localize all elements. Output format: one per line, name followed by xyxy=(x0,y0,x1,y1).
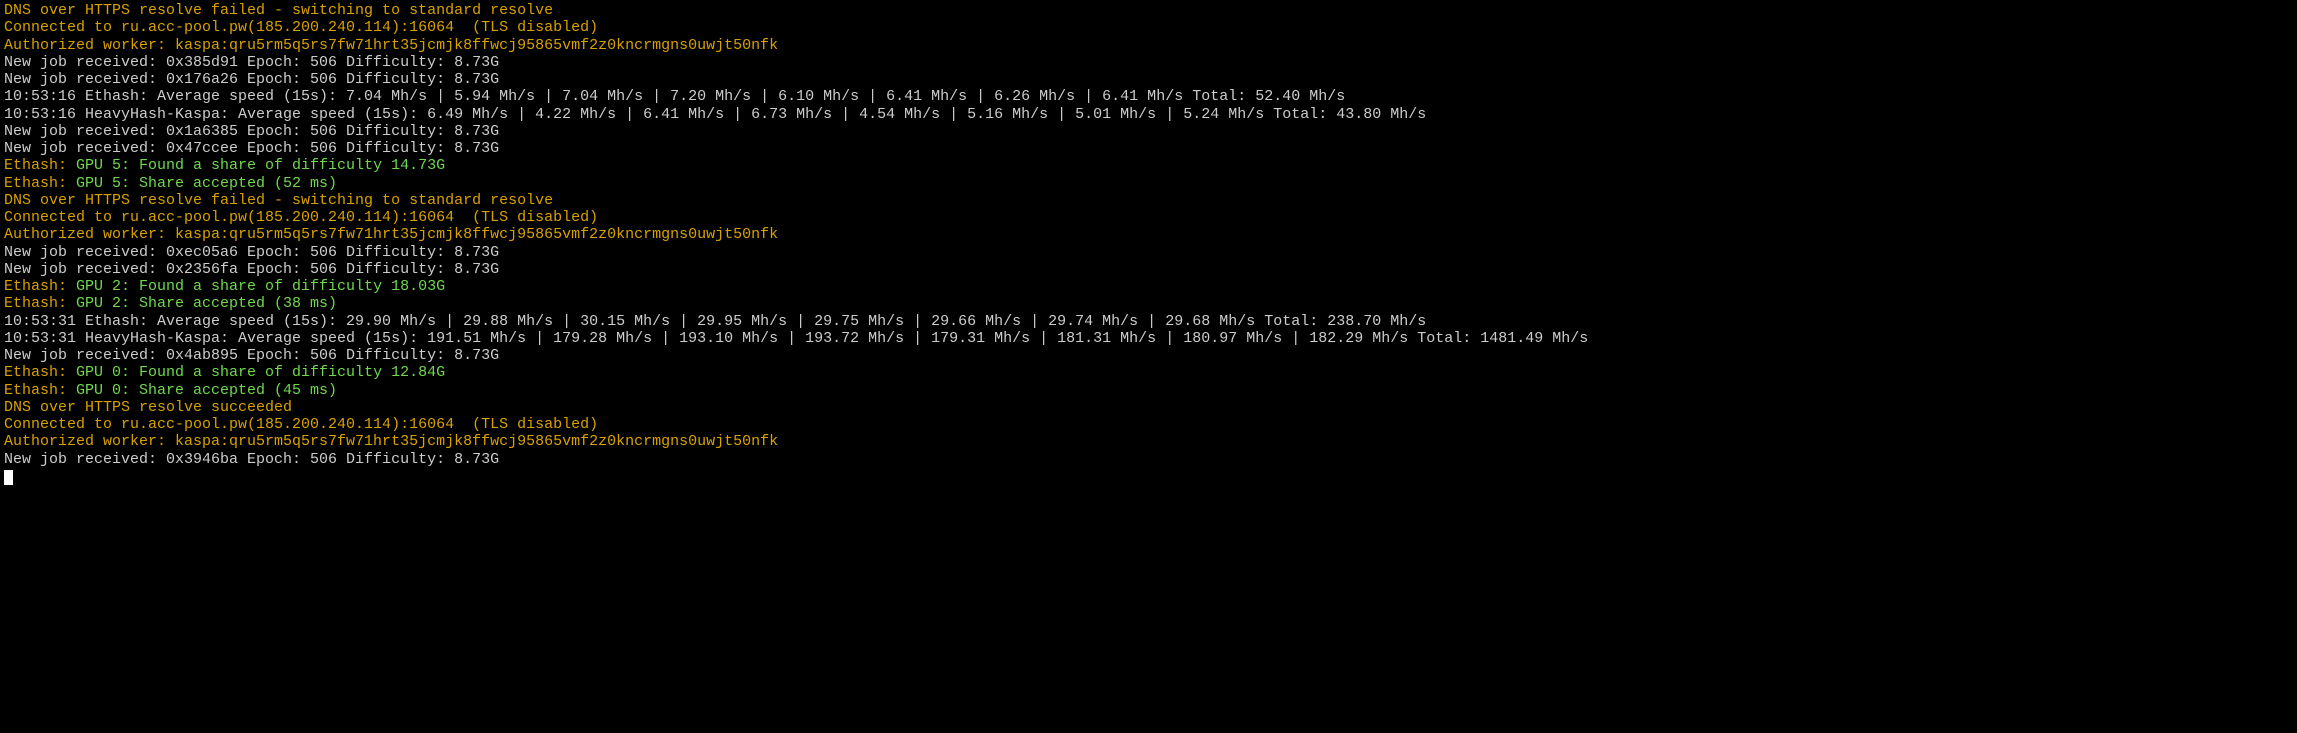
log-line: 10:53:16 Ethash: Average speed (15s): 7.… xyxy=(4,88,2293,105)
log-segment: 10:53:16 HeavyHash-Kaspa: Average speed … xyxy=(4,106,1426,123)
log-segment: 10:53:31 Ethash: Average speed (15s): 29… xyxy=(4,313,1426,330)
log-segment: New job received: 0x1a6385 Epoch: 506 Di… xyxy=(4,123,499,140)
log-line: New job received: 0x385d91 Epoch: 506 Di… xyxy=(4,54,2293,71)
log-segment: GPU 2: Share accepted (38 ms) xyxy=(76,295,337,312)
log-segment: Authorized worker: kaspa:qru5rm5q5rs7fw7… xyxy=(4,37,778,54)
log-segment: Ethash: xyxy=(4,364,76,381)
log-segment: Ethash: xyxy=(4,278,76,295)
log-segment: New job received: 0x3946ba Epoch: 506 Di… xyxy=(4,451,499,468)
log-segment: New job received: 0xec05a6 Epoch: 506 Di… xyxy=(4,244,499,261)
log-line: 10:53:16 HeavyHash-Kaspa: Average speed … xyxy=(4,106,2293,123)
log-line: DNS over HTTPS resolve succeeded xyxy=(4,399,2293,416)
log-segment: New job received: 0x2356fa Epoch: 506 Di… xyxy=(4,261,499,278)
log-segment: Authorized worker: kaspa:qru5rm5q5rs7fw7… xyxy=(4,226,778,243)
log-segment: Ethash: xyxy=(4,382,76,399)
log-segment: Connected to ru.acc-pool.pw(185.200.240.… xyxy=(4,19,598,36)
log-line: DNS over HTTPS resolve failed - switchin… xyxy=(4,192,2293,209)
log-segment: GPU 0: Share accepted (45 ms) xyxy=(76,382,337,399)
log-segment: Ethash: xyxy=(4,295,76,312)
log-segment: New job received: 0x4ab895 Epoch: 506 Di… xyxy=(4,347,499,364)
cursor-icon xyxy=(4,470,13,485)
log-line: New job received: 0x1a6385 Epoch: 506 Di… xyxy=(4,123,2293,140)
log-line: Authorized worker: kaspa:qru5rm5q5rs7fw7… xyxy=(4,37,2293,54)
log-segment: Connected to ru.acc-pool.pw(185.200.240.… xyxy=(4,209,598,226)
log-line: Connected to ru.acc-pool.pw(185.200.240.… xyxy=(4,416,2293,433)
cursor-line xyxy=(4,468,2293,485)
log-segment: 10:53:16 Ethash: Average speed (15s): 7.… xyxy=(4,88,1345,105)
log-line: 10:53:31 HeavyHash-Kaspa: Average speed … xyxy=(4,330,2293,347)
log-line: New job received: 0x47ccee Epoch: 506 Di… xyxy=(4,140,2293,157)
log-line: Ethash: GPU 2: Share accepted (38 ms) xyxy=(4,295,2293,312)
log-segment: DNS over HTTPS resolve failed - switchin… xyxy=(4,192,553,209)
log-segment: DNS over HTTPS resolve succeeded xyxy=(4,399,292,416)
log-line: Connected to ru.acc-pool.pw(185.200.240.… xyxy=(4,209,2293,226)
log-line: New job received: 0x176a26 Epoch: 506 Di… xyxy=(4,71,2293,88)
log-line: Authorized worker: kaspa:qru5rm5q5rs7fw7… xyxy=(4,433,2293,450)
log-line: Ethash: GPU 5: Found a share of difficul… xyxy=(4,157,2293,174)
log-segment: Authorized worker: kaspa:qru5rm5q5rs7fw7… xyxy=(4,433,778,450)
log-line: New job received: 0x3946ba Epoch: 506 Di… xyxy=(4,451,2293,468)
log-line: DNS over HTTPS resolve failed - switchin… xyxy=(4,2,2293,19)
log-segment: New job received: 0x47ccee Epoch: 506 Di… xyxy=(4,140,499,157)
log-segment: DNS over HTTPS resolve failed - switchin… xyxy=(4,2,553,19)
log-line: Authorized worker: kaspa:qru5rm5q5rs7fw7… xyxy=(4,226,2293,243)
log-line: Ethash: GPU 2: Found a share of difficul… xyxy=(4,278,2293,295)
log-segment: New job received: 0x176a26 Epoch: 506 Di… xyxy=(4,71,499,88)
log-segment: GPU 5: Share accepted (52 ms) xyxy=(76,175,337,192)
log-line: 10:53:31 Ethash: Average speed (15s): 29… xyxy=(4,313,2293,330)
log-line: Ethash: GPU 5: Share accepted (52 ms) xyxy=(4,175,2293,192)
log-segment: Ethash: xyxy=(4,157,76,174)
log-segment: 10:53:31 HeavyHash-Kaspa: Average speed … xyxy=(4,330,1588,347)
log-line: New job received: 0x2356fa Epoch: 506 Di… xyxy=(4,261,2293,278)
log-line: Ethash: GPU 0: Found a share of difficul… xyxy=(4,364,2293,381)
log-line: Connected to ru.acc-pool.pw(185.200.240.… xyxy=(4,19,2293,36)
log-segment: GPU 0: Found a share of difficulty 12.84… xyxy=(76,364,445,381)
log-segment: New job received: 0x385d91 Epoch: 506 Di… xyxy=(4,54,499,71)
log-segment: Ethash: xyxy=(4,175,76,192)
log-line: New job received: 0x4ab895 Epoch: 506 Di… xyxy=(4,347,2293,364)
log-line: Ethash: GPU 0: Share accepted (45 ms) xyxy=(4,382,2293,399)
terminal-output[interactable]: DNS over HTTPS resolve failed - switchin… xyxy=(0,0,2297,487)
log-segment: GPU 2: Found a share of difficulty 18.03… xyxy=(76,278,445,295)
log-segment: GPU 5: Found a share of difficulty 14.73… xyxy=(76,157,445,174)
log-segment: Connected to ru.acc-pool.pw(185.200.240.… xyxy=(4,416,598,433)
log-line: New job received: 0xec05a6 Epoch: 506 Di… xyxy=(4,244,2293,261)
